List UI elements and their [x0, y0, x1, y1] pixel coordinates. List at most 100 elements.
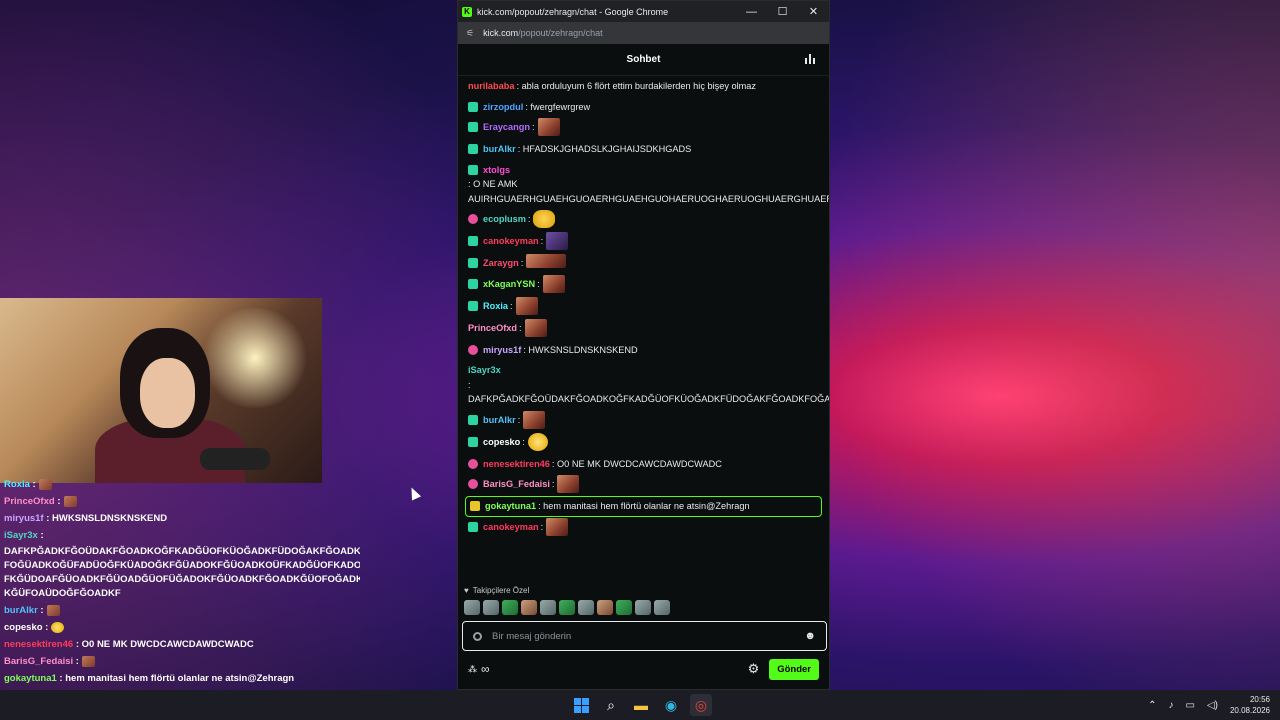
- chevron-up-icon[interactable]: ⌃: [1148, 700, 1156, 711]
- chat-message[interactable]: xKaganYSN:: [458, 274, 829, 296]
- sub-badge-icon[interactable]: [468, 236, 478, 246]
- search-icon[interactable]: ⌕: [600, 694, 622, 716]
- chat-username[interactable]: iSayr3x: [468, 363, 501, 378]
- volume-icon[interactable]: ◁): [1207, 700, 1218, 711]
- quick-emote[interactable]: [502, 600, 518, 615]
- chat-username[interactable]: burAlkr: [483, 142, 516, 157]
- chat-message[interactable]: Eraycangn:: [458, 117, 829, 139]
- chat-message[interactable]: copesko:: [458, 432, 829, 454]
- emote-image[interactable]: [546, 232, 569, 250]
- points-icon[interactable]: ⁂: [468, 664, 477, 675]
- minimize-button[interactable]: —: [736, 6, 767, 18]
- quick-emote[interactable]: [559, 600, 575, 615]
- file-explorer-icon[interactable]: ▬: [630, 694, 652, 716]
- site-info-icon[interactable]: ⚟: [466, 28, 474, 39]
- quick-emote[interactable]: [483, 600, 499, 615]
- chat-message[interactable]: gokaytuna1: hem manitasi hem flörtü olan…: [465, 496, 822, 517]
- emote-image[interactable]: [546, 517, 569, 536]
- emote-image[interactable]: [537, 118, 560, 136]
- chat-username[interactable]: burAlkr: [483, 413, 516, 428]
- gear-icon[interactable]: ⚙: [748, 661, 760, 677]
- chrome-icon[interactable]: ◎: [690, 694, 712, 716]
- chat-username[interactable]: canokeyman: [483, 234, 539, 249]
- quick-emote[interactable]: [464, 600, 480, 615]
- chat-message[interactable]: BarisG_Fedaisi:: [458, 474, 829, 496]
- emote-image[interactable]: [542, 274, 565, 293]
- chat-message[interactable]: zirzopdul: fwergfewrgrew: [458, 97, 829, 118]
- chat-message[interactable]: Roxia:: [458, 296, 829, 318]
- chat-message[interactable]: xtolgs: O NE AMK AUIRHGUAERHGUAEHGUOAERH…: [458, 160, 829, 210]
- emote-image[interactable]: [515, 296, 538, 315]
- chat-username[interactable]: Eraycangn: [483, 120, 530, 135]
- quick-emote[interactable]: [635, 600, 651, 615]
- chat-message[interactable]: canokeyman:: [458, 231, 829, 253]
- gift-badge-icon[interactable]: [468, 344, 478, 355]
- gift-badge-icon[interactable]: [468, 479, 478, 489]
- close-button[interactable]: ✕: [798, 5, 829, 18]
- sub-badge-icon[interactable]: [468, 278, 478, 289]
- chat-message[interactable]: ecoplusm:: [458, 209, 829, 231]
- chat-message-list[interactable]: nurilababa: abla orduluyum 6 flört ettim…: [458, 76, 829, 581]
- chat-username[interactable]: nenesektiren46: [483, 457, 550, 472]
- quick-emote[interactable]: [540, 600, 556, 615]
- sub-badge-icon[interactable]: [468, 414, 478, 425]
- chat-message[interactable]: burAlkr:: [458, 410, 829, 432]
- chat-message[interactable]: nenesektiren46: O0 NE MK DWCDCAWCDAWDCWA…: [458, 454, 829, 475]
- chat-username[interactable]: ecoplusm: [483, 212, 526, 227]
- chat-username[interactable]: Zaraygn: [483, 256, 519, 271]
- chat-mode-icon[interactable]: [805, 54, 815, 64]
- quick-emote[interactable]: [521, 600, 537, 615]
- maximize-button[interactable]: ☐: [767, 5, 798, 18]
- chat-username[interactable]: nurilababa: [468, 79, 514, 94]
- microphone-icon[interactable]: ♪: [1168, 700, 1173, 711]
- network-icon[interactable]: ▭: [1185, 700, 1194, 711]
- sub-badge-icon[interactable]: [468, 258, 478, 268]
- chat-message[interactable]: burAlkr: HFADSKJGHADSLKJGHAIJSDKHGADS: [458, 139, 829, 160]
- chat-username[interactable]: BarisG_Fedaisi: [483, 477, 550, 492]
- emote-image[interactable]: [527, 432, 548, 451]
- emote-image[interactable]: [523, 410, 546, 429]
- emoji-picker-icon[interactable]: ☻: [804, 630, 816, 642]
- chat-username[interactable]: canokeyman: [483, 520, 539, 535]
- chat-username[interactable]: PrinceOfxd: [468, 321, 517, 336]
- chat-username[interactable]: copesko: [483, 435, 520, 450]
- gift-badge-icon[interactable]: [468, 458, 478, 469]
- edge-icon[interactable]: ◉: [660, 694, 682, 716]
- overlay-emote: [38, 478, 52, 490]
- emote-image[interactable]: [526, 254, 567, 268]
- quick-emote[interactable]: [597, 600, 613, 615]
- address-bar[interactable]: ⚟ kick.com/popout/zehragn/chat: [458, 22, 829, 44]
- chat-message-input[interactable]: Bir mesaj gönderin ☻: [462, 621, 827, 651]
- send-button[interactable]: Gönder: [769, 658, 819, 680]
- sub-badge-icon[interactable]: [468, 436, 478, 447]
- chat-message[interactable]: PrinceOfxd:: [458, 318, 829, 340]
- gift-badge-icon[interactable]: [468, 214, 478, 224]
- chat-message[interactable]: Zaraygn:: [458, 253, 829, 274]
- quick-emote[interactable]: [654, 600, 670, 615]
- emote-image[interactable]: [533, 210, 556, 228]
- quick-emote[interactable]: [578, 600, 594, 615]
- chat-username[interactable]: xtolgs: [483, 163, 510, 178]
- chat-message[interactable]: canokeyman:: [458, 517, 829, 539]
- sub-badge-icon[interactable]: [468, 521, 478, 532]
- emote-image[interactable]: [557, 475, 580, 493]
- sub-badge-icon[interactable]: [468, 144, 478, 154]
- chat-username[interactable]: xKaganYSN: [483, 277, 535, 292]
- chat-username[interactable]: zirzopdul: [483, 100, 523, 115]
- chat-username[interactable]: Roxia: [483, 299, 508, 314]
- sub-badge-icon[interactable]: [468, 122, 478, 132]
- quick-emote[interactable]: [616, 600, 632, 615]
- window-titlebar[interactable]: K kick.com/popout/zehragn/chat - Google …: [458, 1, 829, 22]
- chat-username[interactable]: gokaytuna1: [485, 499, 536, 514]
- vip-badge-icon[interactable]: [470, 501, 480, 511]
- chat-message[interactable]: nurilababa: abla orduluyum 6 flört ettim…: [458, 76, 829, 97]
- sub-badge-icon[interactable]: [468, 101, 478, 112]
- clock[interactable]: 20:56 20.08.2026: [1230, 694, 1270, 716]
- emote-image[interactable]: [524, 318, 547, 337]
- chat-message[interactable]: iSayr3x: DAFKPĞADKFĞOÜDAKFĞOADKOĞFKADĞÜO…: [458, 360, 829, 410]
- start-button[interactable]: [570, 694, 592, 716]
- sub-badge-icon[interactable]: [468, 300, 478, 311]
- sub-badge-icon[interactable]: [468, 164, 478, 175]
- chat-username[interactable]: miryus1f: [483, 343, 521, 358]
- chat-message[interactable]: miryus1f: HWKSNSLDNSKNSKEND: [458, 340, 829, 361]
